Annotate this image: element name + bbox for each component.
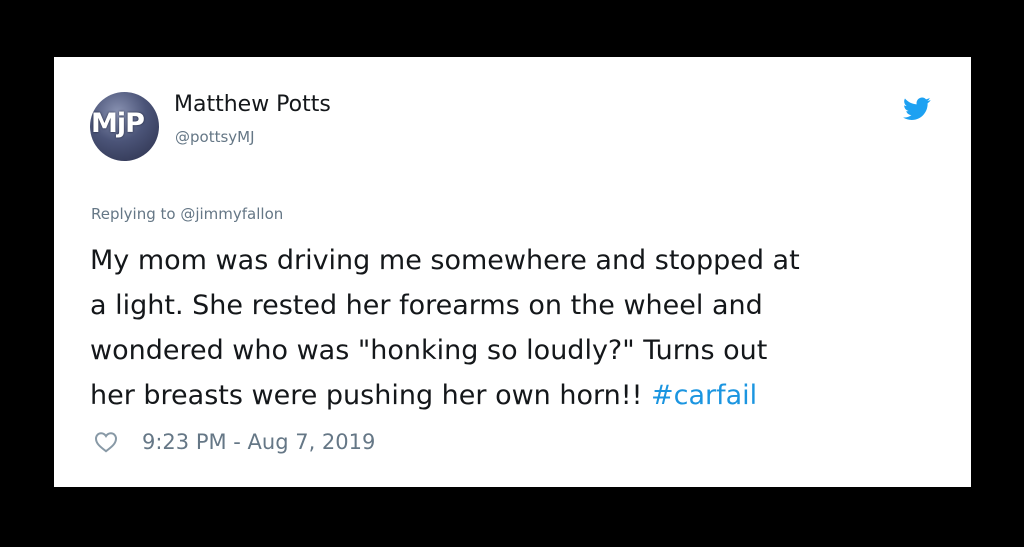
tweet-card: MjP Matthew Potts @pottsyMJ Replying to … [54,57,971,487]
tweet-text: My mom was driving me somewhere and stop… [90,238,950,418]
tweet-footer: 9:23 PM - Aug 7, 2019 [94,427,375,457]
replying-to[interactable]: Replying to @jimmyfallon [91,205,283,223]
twitter-bird-icon[interactable] [903,97,931,121]
avatar-initials: MjP [91,108,145,139]
tweet-text-line: a light. She rested her forearms on the … [90,290,763,321]
user-handle[interactable]: @pottsyMJ [175,128,255,146]
timestamp[interactable]: 9:23 PM - Aug 7, 2019 [142,430,375,454]
tweet-text-line: her breasts were pushing her own horn!! … [90,373,950,418]
display-name[interactable]: Matthew Potts [174,92,331,117]
avatar[interactable]: MjP [90,92,159,161]
hashtag-link[interactable]: #carfail [651,380,757,411]
tweet-text-line: wondered who was "honking so loudly?" Tu… [90,335,768,366]
heart-outline-icon[interactable] [94,431,118,453]
tweet-text-line: My mom was driving me somewhere and stop… [90,245,800,276]
tweet-text-line-start: her breasts were pushing her own horn!! [90,380,651,411]
